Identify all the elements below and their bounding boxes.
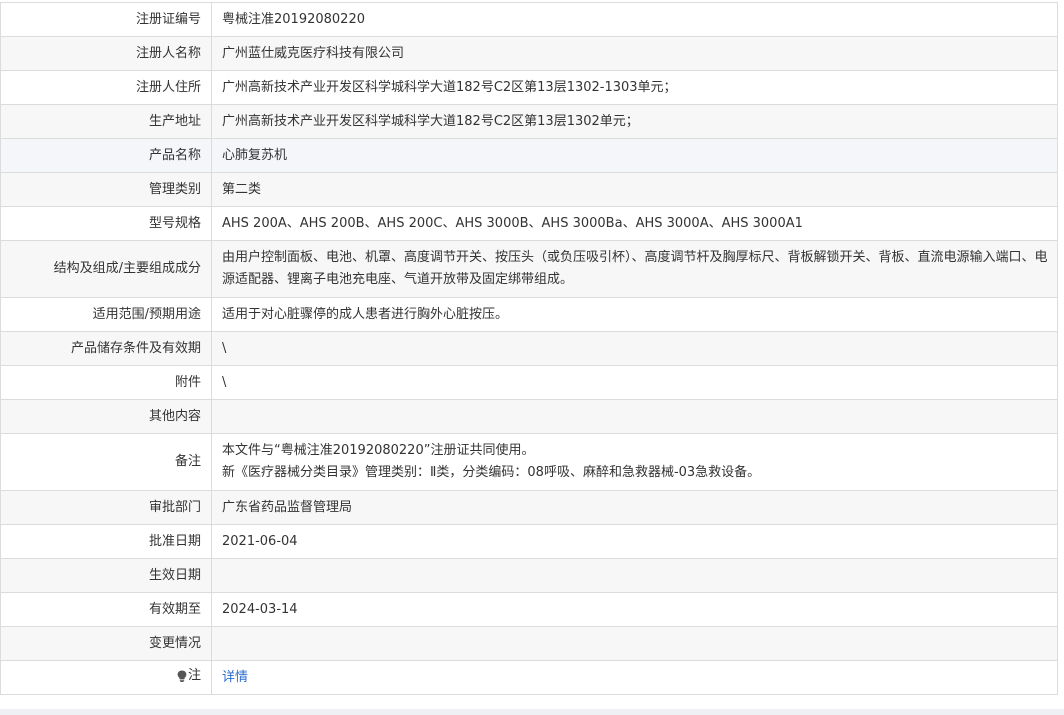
table-row: 审批部门 广东省药品监督管理局 xyxy=(0,490,1058,525)
field-label: 有效期至 xyxy=(0,592,212,627)
table-row: 其他内容 xyxy=(0,399,1058,434)
note-label-text: 注 xyxy=(187,668,201,683)
table-row: 备注 本文件与“粤械注准20192080220”注册证共同使用。 新《医疗器械分… xyxy=(0,433,1058,491)
remark-line-2: 新《医疗器械分类目录》管理类别：Ⅱ类，分类编码：08呼吸、麻醉和急救器械-03急… xyxy=(222,465,761,480)
table-row: 生效日期 xyxy=(0,558,1058,593)
details-link[interactable]: 详情 xyxy=(222,670,248,685)
field-label: 型号规格 xyxy=(0,206,212,241)
table-row: 结构及组成/主要组成成分 由用户控制面板、电池、机罩、高度调节开关、按压头（或负… xyxy=(0,240,1058,298)
field-label: 注册人住所 xyxy=(0,70,212,105)
field-value: 第二类 xyxy=(211,172,1058,207)
field-label: 管理类别 xyxy=(0,172,212,207)
field-value: \ xyxy=(211,365,1058,400)
table-row: 管理类别 第二类 xyxy=(0,172,1058,207)
table-row: 注册证编号 粤械注准20192080220 xyxy=(0,2,1058,37)
table-row: 产品名称 心肺复苏机 xyxy=(0,138,1058,173)
table-row: 注 详情 xyxy=(0,660,1058,695)
lightbulb-icon xyxy=(177,670,187,682)
field-value xyxy=(211,558,1058,593)
field-value: 本文件与“粤械注准20192080220”注册证共同使用。 新《医疗器械分类目录… xyxy=(211,433,1058,491)
field-value: 粤械注准20192080220 xyxy=(211,2,1058,37)
field-label: 注册人名称 xyxy=(0,36,212,71)
field-label: 批准日期 xyxy=(0,524,212,559)
field-label: 注册证编号 xyxy=(0,2,212,37)
field-value: 广州高新技术产业开发区科学城科学大道182号C2区第13层1302单元； xyxy=(211,104,1058,139)
table-row: 注册人住所 广州高新技术产业开发区科学城科学大道182号C2区第13层1302-… xyxy=(0,70,1058,105)
table-row: 附件 \ xyxy=(0,365,1058,400)
field-value: 适用于对心脏骤停的成人患者进行胸外心脏按压。 xyxy=(211,297,1058,332)
field-label: 生效日期 xyxy=(0,558,212,593)
remark-line-1: 本文件与“粤械注准20192080220”注册证共同使用。 xyxy=(222,443,535,458)
registration-detail-table: 注册证编号 粤械注准20192080220 注册人名称 广州蓝仕威克医疗科技有限… xyxy=(0,2,1058,695)
field-label: 产品名称 xyxy=(0,138,212,173)
table-row: 批准日期 2021-06-04 xyxy=(0,524,1058,559)
field-value xyxy=(211,399,1058,434)
field-value: 心肺复苏机 xyxy=(211,138,1058,173)
field-value: 由用户控制面板、电池、机罩、高度调节开关、按压头（或负压吸引杯）、高度调节杆及胸… xyxy=(211,240,1058,298)
field-value: 广州蓝仕威克医疗科技有限公司 xyxy=(211,36,1058,71)
page-bottom-strip xyxy=(0,709,1064,715)
field-value: \ xyxy=(211,331,1058,366)
field-label: 审批部门 xyxy=(0,490,212,525)
field-label: 结构及组成/主要组成成分 xyxy=(0,240,212,298)
field-value: AHS 200A、AHS 200B、AHS 200C、AHS 3000B、AHS… xyxy=(211,206,1058,241)
field-value: 广州高新技术产业开发区科学城科学大道182号C2区第13层1302-1303单元… xyxy=(211,70,1058,105)
field-label: 产品储存条件及有效期 xyxy=(0,331,212,366)
note-label: 注 xyxy=(177,665,201,687)
field-value: 2024-03-14 xyxy=(211,592,1058,627)
table-row: 适用范围/预期用途 适用于对心脏骤停的成人患者进行胸外心脏按压。 xyxy=(0,297,1058,332)
field-value xyxy=(211,626,1058,661)
table-row: 注册人名称 广州蓝仕威克医疗科技有限公司 xyxy=(0,36,1058,71)
field-value: 2021-06-04 xyxy=(211,524,1058,559)
field-label: 适用范围/预期用途 xyxy=(0,297,212,332)
field-value: 广东省药品监督管理局 xyxy=(211,490,1058,525)
field-label: 注 xyxy=(0,660,212,695)
field-label: 变更情况 xyxy=(0,626,212,661)
field-label: 其他内容 xyxy=(0,399,212,434)
field-label: 备注 xyxy=(0,433,212,491)
field-value: 详情 xyxy=(211,660,1058,695)
table-row: 产品储存条件及有效期 \ xyxy=(0,331,1058,366)
table-row: 生产地址 广州高新技术产业开发区科学城科学大道182号C2区第13层1302单元… xyxy=(0,104,1058,139)
field-label: 生产地址 xyxy=(0,104,212,139)
table-row: 有效期至 2024-03-14 xyxy=(0,592,1058,627)
field-label: 附件 xyxy=(0,365,212,400)
table-row: 型号规格 AHS 200A、AHS 200B、AHS 200C、AHS 3000… xyxy=(0,206,1058,241)
table-row: 变更情况 xyxy=(0,626,1058,661)
